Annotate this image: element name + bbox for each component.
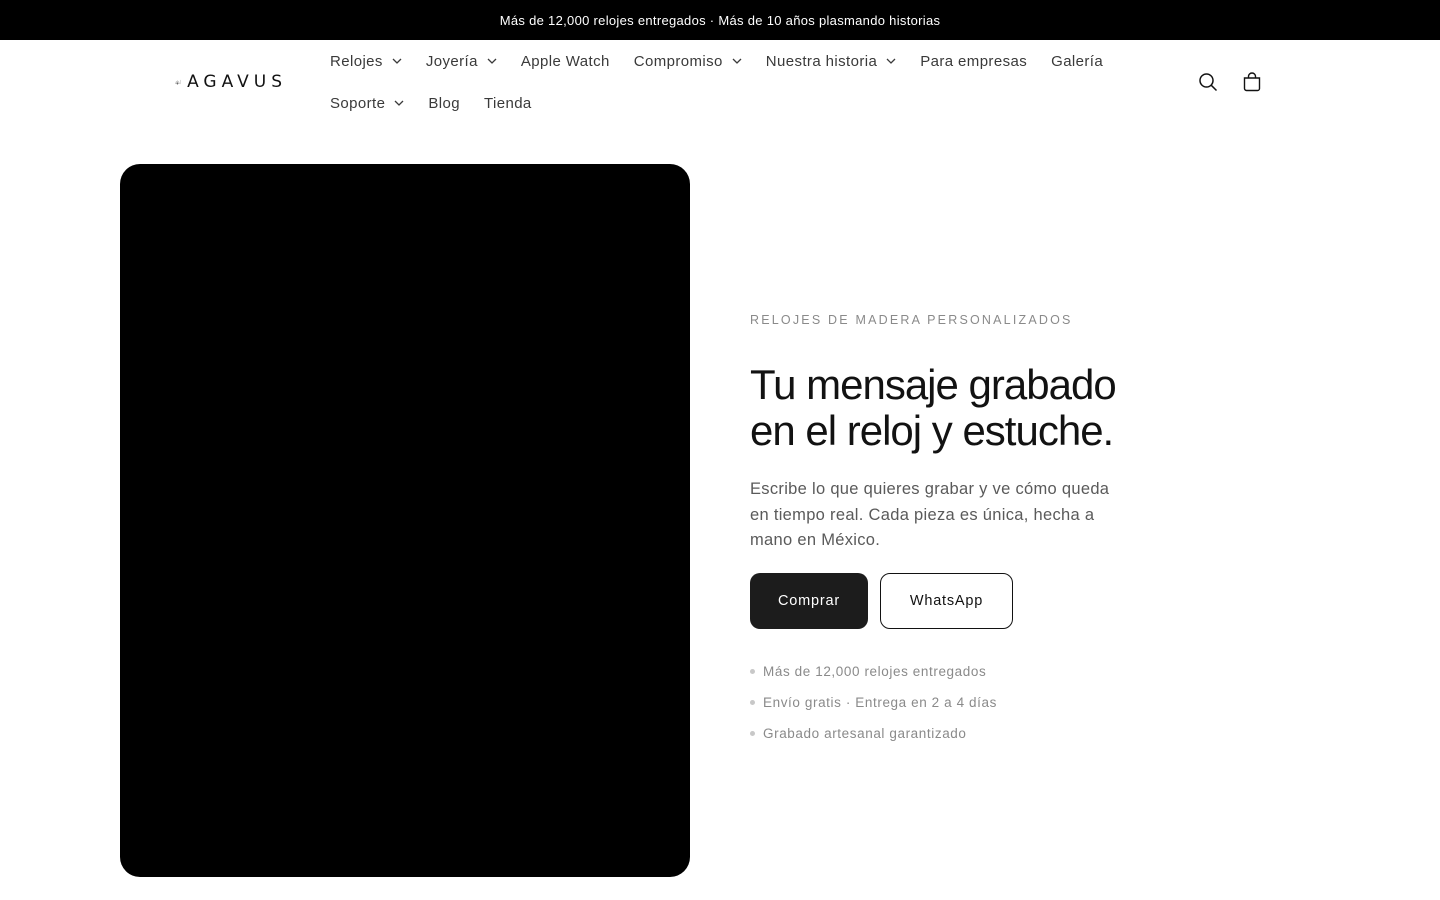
buy-button[interactable]: Comprar xyxy=(750,573,868,629)
chevron-down-icon xyxy=(394,100,404,106)
hero-subtext: Escribe lo que quieres grabar y ve cómo … xyxy=(750,480,1110,549)
hero-headline: Tu mensaje grabado en el reloj y estuche… xyxy=(750,362,1190,454)
search-icon xyxy=(1199,73,1218,92)
nav-item-label: Nuestra historia xyxy=(765,52,878,70)
bullet-dot-icon xyxy=(750,669,755,674)
nav-item-label: Galería xyxy=(1051,52,1104,70)
nav-item-label: Compromiso xyxy=(633,52,723,70)
announcement-bar: Más de 12,000 relojes entregados · Más d… xyxy=(0,0,1440,40)
whatsapp-button[interactable]: WhatsApp xyxy=(880,573,1013,629)
nav-item-soporte[interactable]: Soporte xyxy=(318,82,416,124)
cart-icon xyxy=(1243,72,1261,92)
hero-headline-line-2: en el reloj y estuche. xyxy=(750,407,1114,454)
hero-headline-line-1: Tu mensaje grabado xyxy=(750,361,1117,408)
nav-item-label: Para empresas xyxy=(920,52,1028,70)
nav-item-relojes[interactable]: Relojes xyxy=(318,40,414,82)
bullet-text: Envío gratis · Entrega en 2 a 4 días xyxy=(763,695,997,710)
chevron-down-icon xyxy=(487,58,497,64)
hero-bullets: Más de 12,000 relojes entregados Envío g… xyxy=(750,656,997,749)
announcement-text: Más de 12,000 relojes entregados · Más d… xyxy=(499,12,941,28)
hero-eyebrow: RELOJES DE MADERA PERSONALIZADOS xyxy=(750,313,1073,327)
cart-button[interactable] xyxy=(1234,64,1270,100)
list-item: Más de 12,000 relojes entregados xyxy=(750,656,997,687)
nav-item-blog[interactable]: Blog xyxy=(416,82,472,124)
chevron-down-icon xyxy=(392,58,402,64)
bullet-text: Más de 12,000 relojes entregados xyxy=(763,664,987,679)
site-header: AGAVUS Relojes Joyería Apple Watch Compr… xyxy=(0,40,1440,124)
nav-item-label: Joyería xyxy=(425,52,478,70)
nav-item-label: Tienda xyxy=(483,94,532,112)
bullet-text: Grabado artesanal garantizado xyxy=(763,726,967,741)
nav-item-tienda[interactable]: Tienda xyxy=(472,82,544,124)
nav-item-para-empresas[interactable]: Para empresas xyxy=(908,40,1039,82)
search-button[interactable] xyxy=(1190,64,1226,100)
nav-row-1: Relojes Joyería Apple Watch Compromiso N… xyxy=(318,40,1115,82)
nav-item-galeria[interactable]: Galería xyxy=(1039,40,1115,82)
chevron-down-icon xyxy=(732,58,742,64)
bullet-dot-icon xyxy=(750,731,755,736)
logo-divider xyxy=(180,79,181,85)
logo-link[interactable]: AGAVUS xyxy=(175,66,287,98)
nav-item-label: Relojes xyxy=(330,52,383,70)
nav-item-apple-watch[interactable]: Apple Watch xyxy=(509,40,622,82)
chevron-down-icon xyxy=(886,58,896,64)
logo-text: AGAVUS xyxy=(187,72,287,92)
nav-item-label: Soporte xyxy=(330,94,386,112)
list-item: Grabado artesanal garantizado xyxy=(750,718,997,749)
nav-item-label: Blog xyxy=(428,94,460,112)
nav-item-joyeria[interactable]: Joyería xyxy=(414,40,509,82)
nav-item-label: Apple Watch xyxy=(520,52,610,70)
bullet-dot-icon xyxy=(750,700,755,705)
nav-item-nuestra-historia[interactable]: Nuestra historia xyxy=(754,40,908,82)
nav-item-compromiso[interactable]: Compromiso xyxy=(622,40,754,82)
list-item: Envío gratis · Entrega en 2 a 4 días xyxy=(750,687,997,718)
hero-media xyxy=(120,164,690,877)
nav-row-2: Soporte Blog Tienda xyxy=(318,82,544,124)
